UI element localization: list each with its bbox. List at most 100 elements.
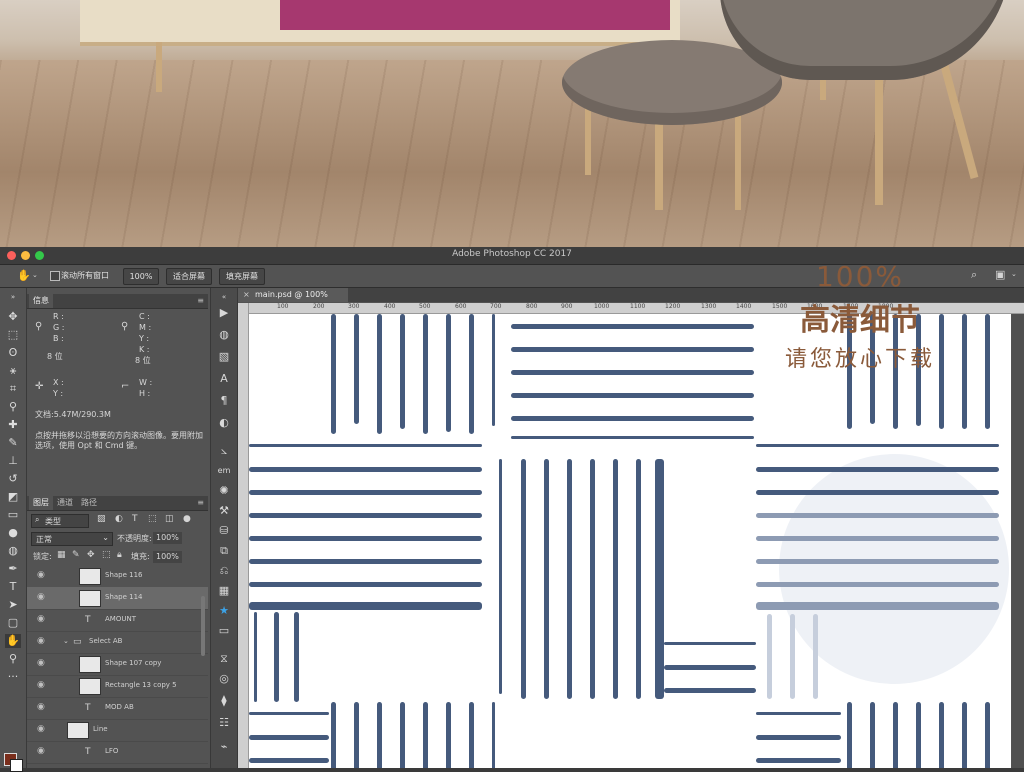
search-icon[interactable]: ⌕ (971, 269, 977, 280)
layers-icon[interactable]: ⧫ (216, 694, 232, 708)
info-panel-icon[interactable]: ◍ (216, 328, 232, 342)
canvas-scrollbar[interactable] (1012, 314, 1024, 768)
tab-info[interactable]: 信息 (29, 294, 53, 308)
filter-toggle-icon[interactable]: ● (183, 515, 191, 524)
hand-tool-icon[interactable]: ✋ (17, 270, 31, 281)
shape-tool-icon[interactable]: ▢ (5, 616, 21, 630)
blur-tool-icon[interactable]: ● (5, 526, 21, 540)
workspace-icon[interactable]: ▣ (995, 269, 1005, 280)
document-tab[interactable]: × main.psd @ 100% (238, 288, 348, 302)
libraries-icon[interactable]: ☷ (216, 716, 232, 730)
panel-collapse-icon[interactable]: » (5, 290, 21, 304)
layer-row[interactable]: ◉ T LFO (27, 741, 208, 764)
visibility-eye-icon[interactable]: ◉ (37, 724, 45, 734)
chevron-down-icon[interactable]: ⌄ (63, 637, 69, 645)
chevron-down-icon[interactable]: ⌄ (1011, 271, 1017, 278)
pixel-filter-icon[interactable]: ▨ (97, 515, 106, 524)
close-tab-icon[interactable]: × (243, 288, 250, 302)
eyedropper-tool-icon[interactable]: ⚲ (5, 400, 21, 414)
timeline-icon[interactable]: ⧖ (216, 652, 232, 666)
chevron-down-icon[interactable]: ⌄ (32, 272, 38, 279)
navigator-icon[interactable]: ▭ (216, 624, 232, 638)
zoom-tool-icon[interactable]: ⚲ (5, 652, 21, 666)
color-panel-icon[interactable]: ◐ (216, 416, 232, 430)
visibility-eye-icon[interactable]: ◉ (37, 570, 45, 580)
gradient-tool-icon[interactable]: ▭ (5, 508, 21, 522)
move-tool-icon[interactable]: ✥ (5, 310, 21, 324)
background-color-swatch[interactable] (10, 759, 23, 772)
character-panel-icon[interactable]: A (216, 372, 232, 386)
channels-icon[interactable]: ◎ (216, 672, 232, 686)
opacity-input[interactable]: 100% (153, 532, 182, 544)
paragraph-panel-icon[interactable]: ¶ (216, 394, 232, 408)
layer-row[interactable]: ◉ ⌄ ▭ Select AB (27, 631, 208, 654)
layer-row[interactable]: ◉ Shape 116 (27, 565, 208, 588)
stamp-tool-icon[interactable]: ⊥ (5, 454, 21, 468)
magic-wand-tool-icon[interactable]: ⚹ (5, 364, 21, 378)
fill-input[interactable]: 100% (153, 551, 182, 563)
fill-screen-button[interactable]: 填充屏幕 (219, 268, 265, 285)
layers-scrollbar[interactable] (201, 596, 205, 656)
layer-row[interactable]: ◉ Shape 114 (27, 587, 208, 610)
glyph-panel-icon[interactable]: em (216, 464, 232, 478)
pen-tool-icon[interactable]: ✒ (5, 562, 21, 576)
shape-filter-icon[interactable]: ⬚ (148, 515, 157, 524)
tool-presets-icon[interactable]: ⧉ (216, 544, 232, 558)
clone-source-icon[interactable]: ⛁ (216, 524, 232, 538)
layer-row[interactable]: ◉ Rectangle 13 copy 5 (27, 675, 208, 698)
smart-object-filter-icon[interactable]: ◫ (165, 515, 174, 524)
zoom-100-button[interactable]: 100% (123, 268, 159, 285)
panel-menu-icon[interactable]: ≡ (197, 498, 204, 507)
history-brush-tool-icon[interactable]: ↺ (5, 472, 21, 486)
hand-tool-icon[interactable]: ✋ (5, 634, 21, 648)
paths-icon[interactable]: ⌁ (216, 740, 232, 754)
layer-filter-select[interactable]: ⌕ 类型 (31, 514, 89, 528)
swatches-icon[interactable]: ▦ (216, 584, 232, 598)
properties-icon[interactable]: ⚒ (216, 504, 232, 518)
layer-row[interactable]: ◉ T MOD AB (27, 697, 208, 720)
visibility-eye-icon[interactable]: ◉ (37, 702, 45, 712)
play-action-icon[interactable]: ▶ (216, 306, 232, 320)
lock-position-icon[interactable]: ✥ (87, 551, 95, 560)
crop-tool-icon[interactable]: ⌗ (5, 382, 21, 396)
visibility-eye-icon[interactable]: ◉ (37, 680, 45, 690)
blend-mode-select[interactable]: 正常 ⌄ (31, 532, 113, 546)
layer-row[interactable]: ◉ Line (27, 719, 208, 742)
brush-tool-icon[interactable]: ✎ (5, 436, 21, 450)
dodge-tool-icon[interactable]: ◍ (5, 544, 21, 558)
visibility-eye-icon[interactable]: ◉ (37, 658, 45, 668)
healing-brush-tool-icon[interactable]: ✚ (5, 418, 21, 432)
visibility-eye-icon[interactable]: ◉ (37, 636, 45, 646)
visibility-eye-icon[interactable]: ◉ (37, 592, 45, 602)
lock-image-icon[interactable]: ✎ (72, 551, 80, 560)
scroll-all-windows-checkbox[interactable] (50, 271, 60, 281)
visibility-eye-icon[interactable]: ◉ (37, 614, 45, 624)
document-canvas[interactable] (249, 314, 1011, 768)
pattern-stripe (870, 702, 875, 768)
path-selection-tool-icon[interactable]: ➤ (5, 598, 21, 612)
history-icon[interactable]: ⎌ (216, 564, 232, 578)
lasso-tool-icon[interactable]: ʘ (5, 346, 21, 360)
lock-artboard-icon[interactable]: ⬚ (102, 551, 111, 560)
adjustments-icon[interactable]: ✺ (216, 484, 232, 498)
styles-icon[interactable]: ★ (216, 604, 232, 618)
lock-all-icon[interactable]: 🔒︎ (117, 551, 122, 560)
panel-collapse-icon[interactable]: « (216, 290, 232, 304)
type-tool-icon[interactable]: T (5, 580, 21, 594)
visibility-eye-icon[interactable]: ◉ (37, 746, 45, 756)
layer-row[interactable]: ◉ Shape 107 copy (27, 653, 208, 676)
eraser-tool-icon[interactable]: ◩ (5, 490, 21, 504)
lock-transparent-icon[interactable]: ▦ (57, 551, 66, 560)
more-tools-icon[interactable]: ··· (5, 670, 21, 684)
tab-channels[interactable]: 通道 (53, 496, 77, 510)
panel-menu-icon[interactable]: ≡ (197, 296, 204, 305)
brush-settings-icon[interactable]: ⦣ (216, 444, 232, 458)
layer-row[interactable]: ◉ T AMOUNT (27, 609, 208, 632)
type-filter-icon[interactable]: T (132, 515, 138, 524)
marquee-tool-icon[interactable]: ⬚ (5, 328, 21, 342)
tab-layers[interactable]: 图层 (29, 496, 53, 510)
histogram-icon[interactable]: ▧ (216, 350, 232, 364)
tab-paths[interactable]: 路径 (77, 496, 101, 510)
adjustment-filter-icon[interactable]: ◐ (115, 515, 123, 524)
fit-screen-button[interactable]: 适合屏幕 (166, 268, 212, 285)
